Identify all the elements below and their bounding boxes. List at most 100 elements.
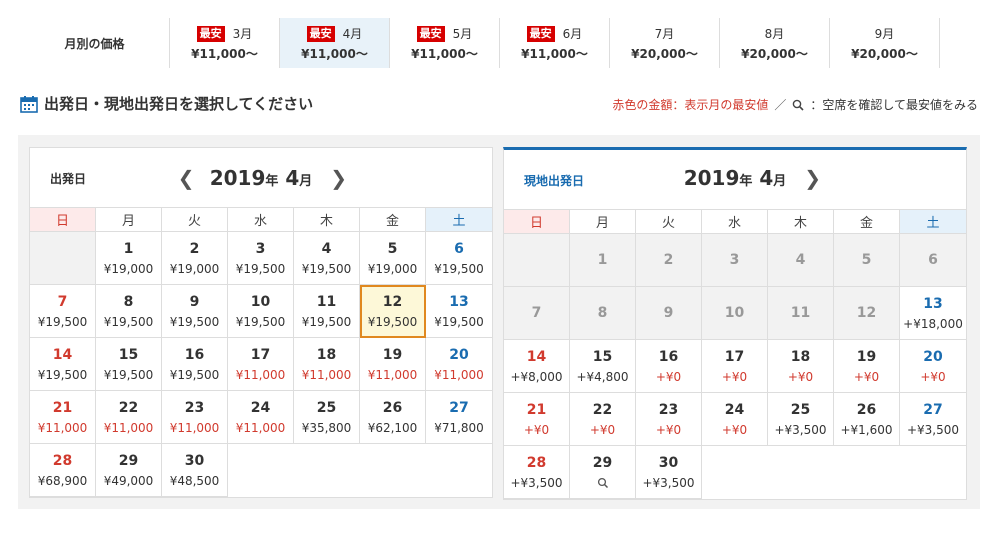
day-cell[interactable]: 18 +¥0	[768, 340, 834, 393]
day-cell[interactable]: 22 ¥11,000	[96, 391, 162, 444]
month-tab-price: ¥20,000～	[851, 46, 918, 61]
day-number: 20	[923, 348, 943, 365]
day-number: 3	[729, 252, 740, 268]
calendar-icon	[20, 95, 38, 113]
day-cell[interactable]: 16 +¥0	[636, 340, 702, 393]
day-price: ¥11,000	[235, 420, 286, 435]
calendar-week: 1 ¥19,000 2 ¥19,000 3 ¥19,500 4 ¥19,500 5 ¥19,000…	[30, 232, 492, 285]
day-cell[interactable]: 1 ¥19,000	[96, 232, 162, 285]
day-cell[interactable]: 14 +¥8,000	[504, 340, 570, 393]
day-cell[interactable]: 13 ¥19,500	[426, 285, 492, 338]
day-cell[interactable]: 13 +¥18,000	[900, 287, 966, 340]
day-price: ¥19,500	[434, 261, 484, 276]
day-cell[interactable]: 17 +¥0	[702, 340, 768, 393]
month-tab[interactable]: 7月 ¥20,000～	[610, 18, 720, 68]
prev-month-button[interactable]: ❮	[178, 166, 195, 190]
day-cell[interactable]: 19 ¥11,000	[360, 338, 426, 391]
weekday-header: 木	[768, 210, 834, 234]
day-cell[interactable]: 28 +¥3,500	[504, 446, 570, 499]
day-cell[interactable]: 11 ¥19,500	[294, 285, 360, 338]
day-cell[interactable]: 12 ¥19,500	[360, 285, 426, 338]
month-tab[interactable]: 8月 ¥20,000～	[720, 18, 830, 68]
day-cell[interactable]: 3 ¥19,500	[228, 232, 294, 285]
departure-calendar: 出発日 ❮ 2019年 4月 ❯ 日月火水木金土 1 ¥19,000 2 ¥19,00…	[29, 147, 493, 498]
day-cell[interactable]: 23 +¥0	[636, 393, 702, 446]
day-price: +¥8,000	[510, 369, 563, 384]
day-cell[interactable]: 6 ¥19,500	[426, 232, 492, 285]
day-price: +¥4,800	[576, 369, 629, 384]
day-price: ¥19,500	[235, 314, 286, 329]
month-tab[interactable]: 最安 6月 ¥11,000～	[500, 18, 610, 68]
calendar-week: 28 +¥3,500 29 30 +¥3,500	[504, 446, 966, 499]
day-number: 14	[52, 346, 73, 363]
day-cell[interactable]: 20 +¥0	[900, 340, 966, 393]
day-cell[interactable]: 8 ¥19,500	[96, 285, 162, 338]
day-cell[interactable]: 26 +¥1,600	[834, 393, 900, 446]
search-icon[interactable]	[597, 475, 609, 491]
blank-cell	[426, 444, 492, 497]
next-month-button[interactable]: ❯	[804, 166, 821, 190]
day-price: ¥49,000	[103, 473, 154, 488]
day-cell[interactable]: 15 +¥4,800	[570, 340, 636, 393]
day-number: 28	[52, 452, 73, 469]
day-cell[interactable]: 24 ¥11,000	[228, 391, 294, 444]
day-number: 18	[790, 348, 811, 365]
day-cell[interactable]: 24 +¥0	[702, 393, 768, 446]
day-cell[interactable]: 2 ¥19,000	[162, 232, 228, 285]
day-number: 6	[454, 240, 464, 257]
day-price: ¥48,500	[169, 473, 220, 488]
day-cell[interactable]: 5 ¥19,000	[360, 232, 426, 285]
day-cell[interactable]: 21 +¥0	[504, 393, 570, 446]
day-cell[interactable]: 9 ¥19,500	[162, 285, 228, 338]
search-icon	[792, 99, 804, 111]
weekday-header: 水	[702, 210, 768, 234]
day-cell[interactable]: 27 ¥71,800	[426, 391, 492, 444]
day-cell[interactable]: 25 ¥35,800	[294, 391, 360, 444]
day-cell[interactable]: 30 +¥3,500	[636, 446, 702, 499]
month-tab[interactable]: 最安 5月 ¥11,000～	[390, 18, 500, 68]
day-number: 26	[856, 401, 877, 418]
day-cell[interactable]: 28 ¥68,900	[30, 444, 96, 497]
day-cell[interactable]: 17 ¥11,000	[228, 338, 294, 391]
month-tab-label: 9月	[874, 27, 895, 41]
day-cell[interactable]: 30 ¥48,500	[162, 444, 228, 497]
day-number: 7	[57, 293, 68, 310]
day-cell[interactable]: 15 ¥19,500	[96, 338, 162, 391]
day-number: 24	[250, 399, 271, 416]
day-cell[interactable]: 29 ¥49,000	[96, 444, 162, 497]
day-cell[interactable]: 16 ¥19,500	[162, 338, 228, 391]
month-tab[interactable]: 最安 3月 ¥11,000～	[170, 18, 280, 68]
month-tab[interactable]: 9月 ¥20,000～	[830, 18, 940, 68]
day-price: ¥11,000	[367, 367, 418, 382]
day-cell[interactable]: 21 ¥11,000	[30, 391, 96, 444]
day-price: ¥19,000	[169, 261, 220, 276]
day-cell[interactable]: 4 ¥19,500	[294, 232, 360, 285]
calendar-header: 出発日 ❮ 2019年 4月 ❯	[30, 148, 492, 208]
day-cell[interactable]: 22 +¥0	[570, 393, 636, 446]
day-cell[interactable]: 14 ¥19,500	[30, 338, 96, 391]
next-month-button[interactable]: ❯	[330, 166, 347, 190]
day-price: +¥0	[523, 422, 550, 437]
day-cell[interactable]: 26 ¥62,100	[360, 391, 426, 444]
day-number: 3	[255, 240, 266, 257]
day-number: 28	[526, 454, 547, 471]
day-cell[interactable]: 10 ¥19,500	[228, 285, 294, 338]
day-cell[interactable]: 18 ¥11,000	[294, 338, 360, 391]
day-cell[interactable]: 25 +¥3,500	[768, 393, 834, 446]
calendar-month-title: 2019年 4月	[683, 166, 787, 190]
weekday-header: 水	[228, 208, 294, 232]
day-cell[interactable]: 20 ¥11,000	[426, 338, 492, 391]
day-cell[interactable]: 7 ¥19,500	[30, 285, 96, 338]
day-number: 27	[923, 401, 943, 418]
day-price: ¥11,000	[434, 367, 484, 382]
weekday-header: 金	[834, 210, 900, 234]
day-number: 9	[189, 293, 200, 310]
month-tab-label: 5月	[452, 27, 473, 41]
day-cell[interactable]: 19 +¥0	[834, 340, 900, 393]
day-cell[interactable]: 27 +¥3,500	[900, 393, 966, 446]
month-tab[interactable]: 最安 4月 ¥11,000～	[280, 18, 390, 68]
day-cell[interactable]: 29	[570, 446, 636, 499]
day-price: ¥71,800	[434, 420, 484, 435]
day-cell[interactable]: 23 ¥11,000	[162, 391, 228, 444]
day-number: 21	[526, 401, 547, 418]
